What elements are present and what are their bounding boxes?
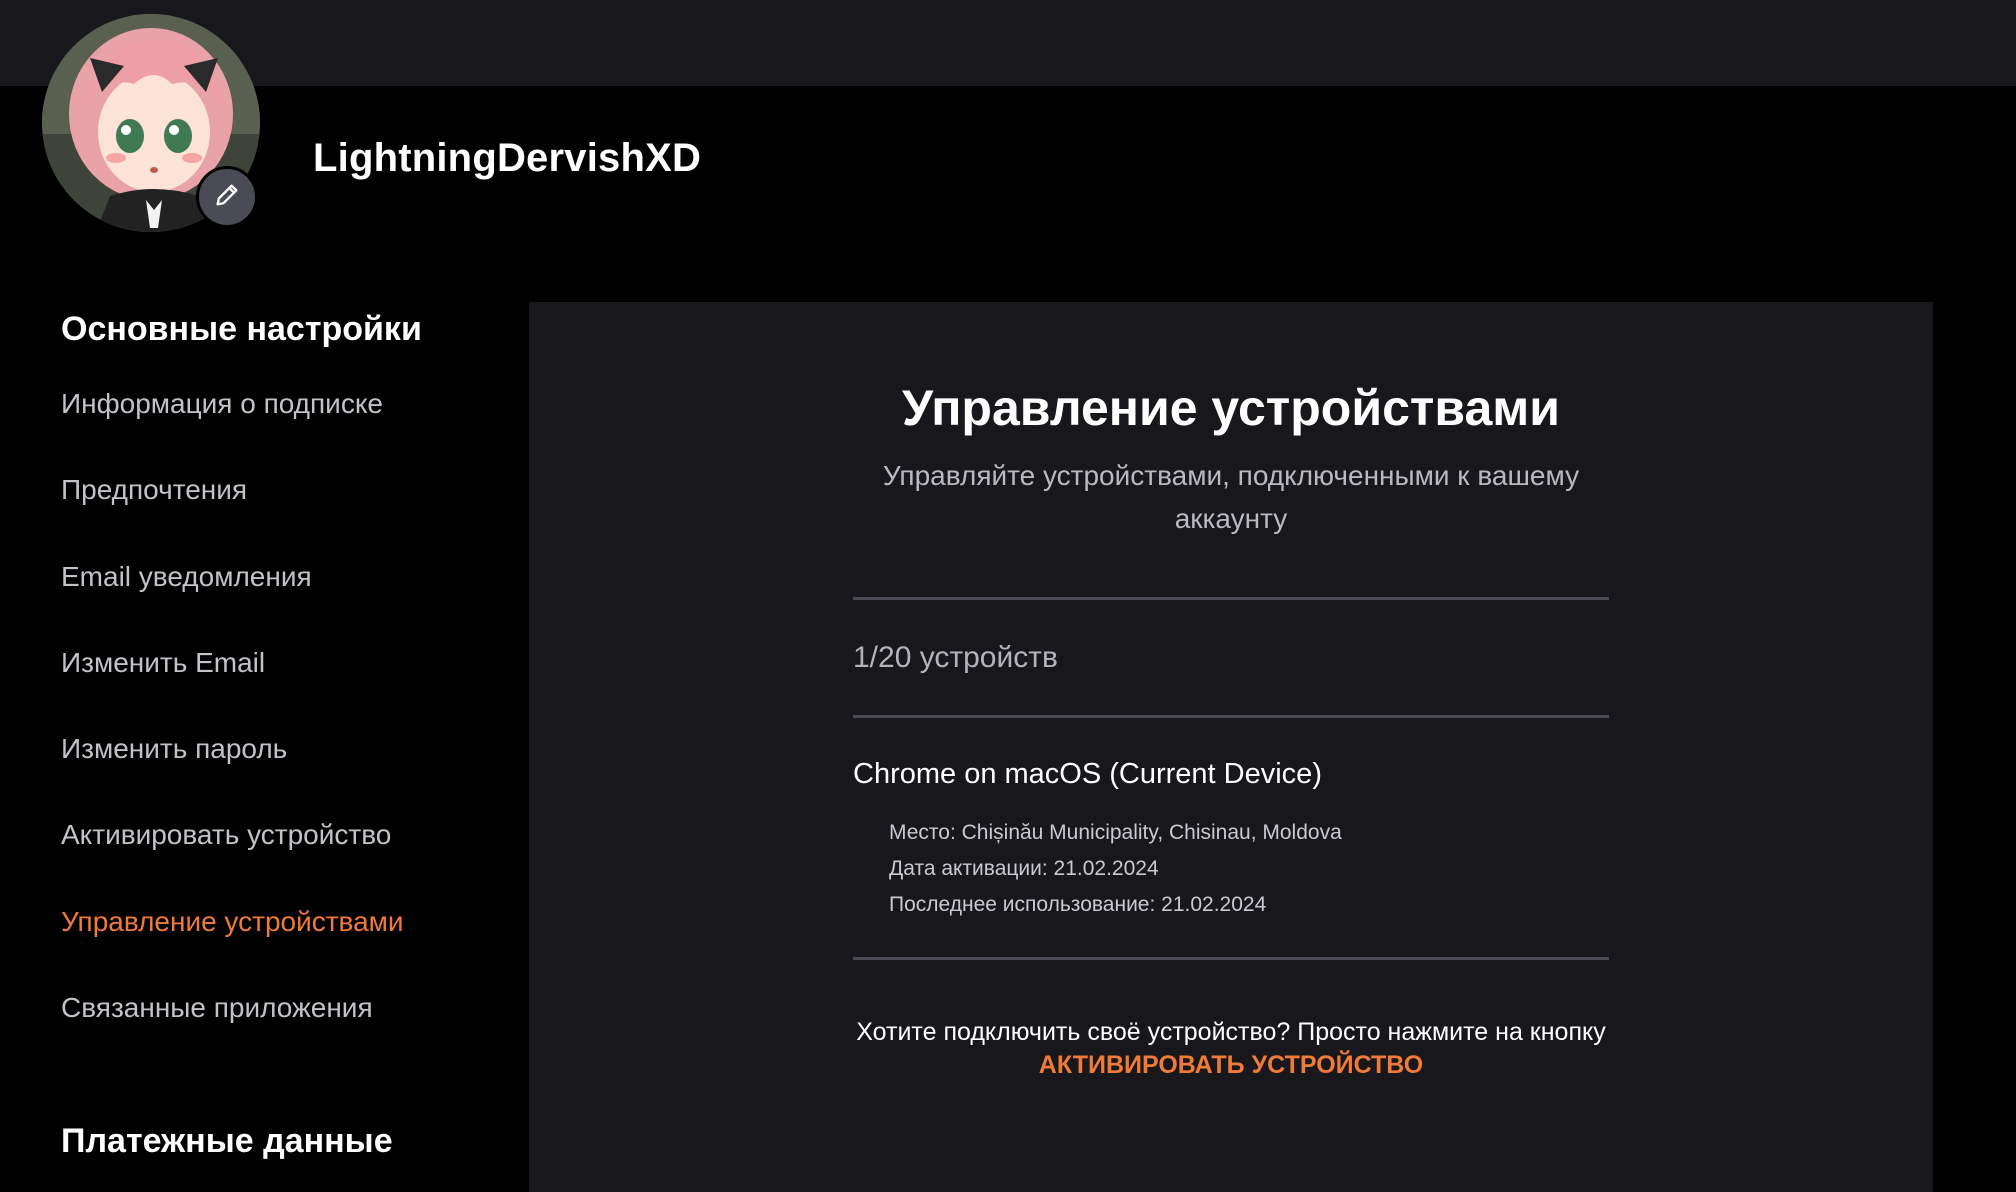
sidebar-item-change-password[interactable]: Изменить пароль — [61, 732, 481, 818]
sidebar-item-email-notifications[interactable]: Email уведомления — [61, 560, 481, 646]
page-subtitle: Управляйте устройствами, подключенными к… — [882, 460, 1580, 534]
sidebar-item-preferences[interactable]: Предпочтения — [61, 473, 481, 559]
divider — [853, 597, 1609, 600]
device-last-used: Последнее использование: 21.02.2024 — [889, 893, 1267, 916]
activate-device-link[interactable]: АКТИВИРОВАТЬ УСТРОЙСТВО — [1039, 1051, 1423, 1079]
device-location: Место: Chișinău Municipality, Chisinau, … — [889, 821, 1342, 844]
sidebar-item-activate-device[interactable]: Активировать устройство — [61, 818, 481, 904]
sidebar-item-subscription-info[interactable]: Информация о подписке — [61, 387, 481, 473]
device-name: Chrome on macOS (Current Device) — [853, 758, 1322, 790]
settings-sidebar: Основные настройки Информация о подписке… — [61, 310, 481, 1160]
device-count: 1/20 устройств — [853, 641, 1058, 674]
sidebar-item-manage-devices[interactable]: Управление устройствами — [61, 905, 481, 991]
activate-device-hint-text: Хотите подключить своё устройство? Прост… — [856, 1018, 1606, 1046]
device-activation-date: Дата активации: 21.02.2024 — [889, 857, 1159, 880]
edit-avatar-button[interactable] — [196, 166, 258, 228]
device-management-panel: Управление устройствами Управляйте устро… — [529, 302, 1933, 1192]
sidebar-heading-main-settings: Основные настройки — [61, 310, 422, 348]
activate-device-hint: Хотите подключить своё устройство? Прост… — [853, 1016, 1609, 1082]
divider — [853, 715, 1609, 718]
page-title: Управление устройствами — [902, 380, 1560, 436]
profile-avatar-block — [42, 14, 260, 232]
sidebar-heading-payment-data[interactable]: Платежные данные — [61, 1122, 393, 1161]
divider — [853, 957, 1609, 960]
pencil-icon — [213, 181, 241, 214]
top-bar — [0, 0, 2016, 86]
sidebar-item-change-email[interactable]: Изменить Email — [61, 646, 481, 732]
sidebar-item-linked-apps[interactable]: Связанные приложения — [61, 991, 481, 1077]
username: LightningDervishXD — [313, 136, 702, 180]
